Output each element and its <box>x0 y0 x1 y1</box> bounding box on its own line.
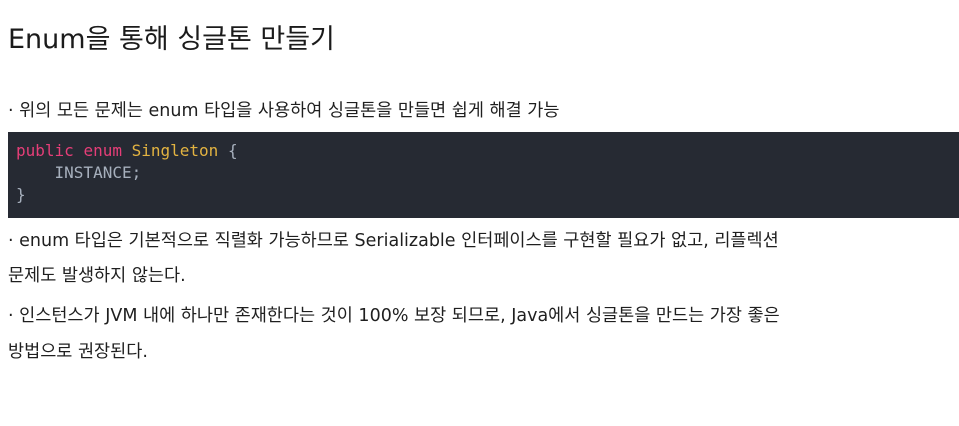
code-enum-constant: INSTANCE; <box>54 163 142 182</box>
bullet-paragraph-3-line-1: · 인스턴스가 JVM 내에 하나만 존재한다는 것이 100% 보장 되므로,… <box>8 306 780 326</box>
code-line-3: } <box>16 184 959 206</box>
code-close-brace: } <box>16 185 26 204</box>
code-open-brace: { <box>227 141 238 160</box>
code-class-name: Singleton <box>131 141 219 160</box>
code-block: public enum Singleton { INSTANCE; } <box>8 132 959 218</box>
code-keyword-enum: enum <box>83 141 122 160</box>
page-title: Enum을 통해 싱글톤 만들기 <box>8 24 335 55</box>
code-keyword-public: public <box>16 141 74 160</box>
bullet-paragraph-2-line-1: · enum 타입은 기본적으로 직렬화 가능하므로 Serializable … <box>8 231 779 251</box>
bullet-paragraph-2-line-2: 문제도 발생하지 않는다. <box>8 266 186 286</box>
bullet-paragraph-1: · 위의 모든 문제는 enum 타입을 사용하여 싱글톤을 만들면 쉽게 해결… <box>8 101 560 121</box>
code-line-2: INSTANCE; <box>16 162 959 184</box>
code-line-1: public enum Singleton { <box>16 140 959 162</box>
bullet-paragraph-3-line-2: 방법으로 권장된다. <box>8 342 148 362</box>
